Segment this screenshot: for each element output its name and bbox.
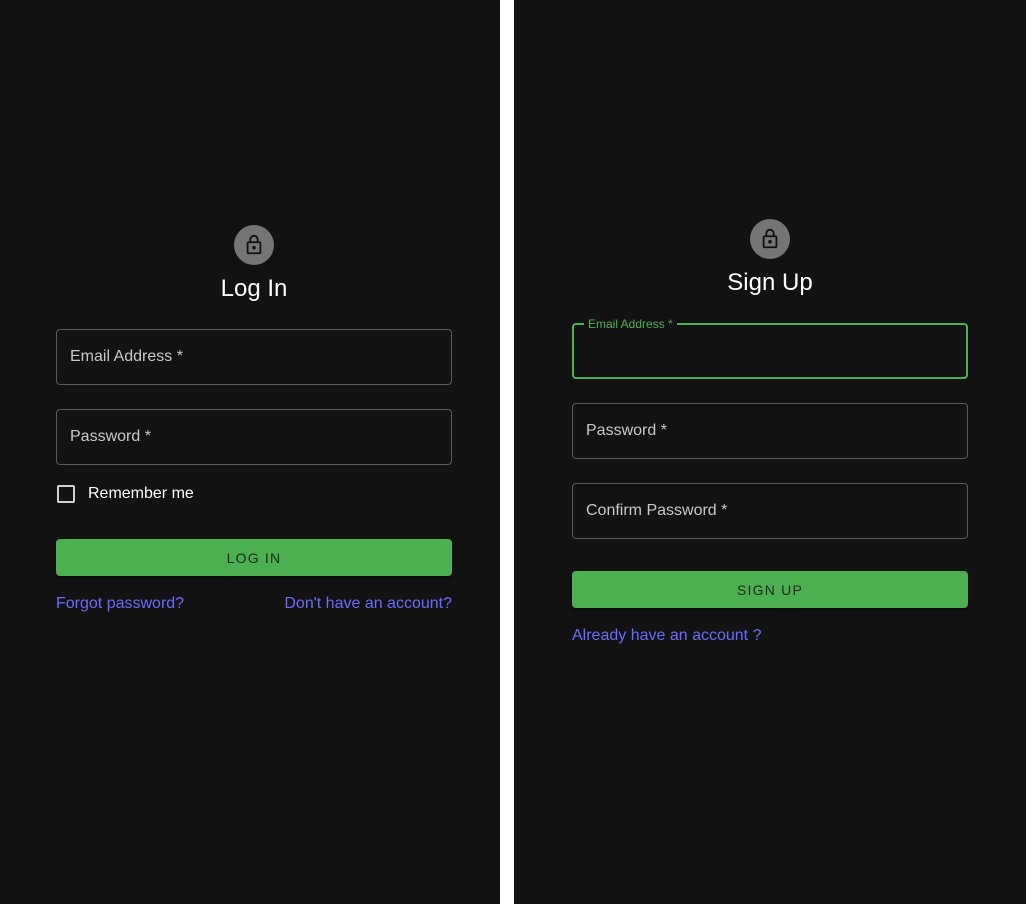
remember-me-label: Remember me (88, 485, 194, 502)
signup-password-label: Password * (586, 422, 667, 439)
signup-link[interactable]: Don't have an account? (284, 594, 452, 614)
login-button[interactable]: LOG IN (56, 539, 452, 576)
remember-me-checkbox[interactable] (57, 485, 75, 503)
lock-icon (762, 228, 778, 249)
email-field[interactable]: Email Address * (56, 329, 452, 385)
login-title: Log In (220, 275, 288, 302)
signup-title: Sign Up (727, 269, 813, 296)
login-link[interactable]: Already have an account ? (572, 626, 761, 646)
lock-icon (246, 234, 262, 255)
lock-avatar (750, 219, 790, 259)
password-field[interactable]: Password * (56, 409, 452, 465)
confirm-password-field[interactable]: Confirm Password * (572, 483, 968, 539)
login-panel: Log In Email Address * Password * Rememb… (0, 0, 500, 904)
email-field-label: Email Address * (70, 348, 183, 365)
signup-email-label: Email Address * (584, 317, 677, 331)
signup-button[interactable]: SIGN UP (572, 571, 968, 608)
signup-panel: Sign Up Email Address * Password * Confi… (514, 0, 1026, 904)
password-field-label: Password * (70, 428, 151, 445)
signup-password-field[interactable]: Password * (572, 403, 968, 459)
forgot-password-link[interactable]: Forgot password? (56, 594, 184, 614)
signup-email-field[interactable]: Email Address * (572, 317, 968, 379)
confirm-password-label: Confirm Password * (586, 502, 728, 519)
remember-me-row[interactable]: Remember me (57, 482, 194, 506)
lock-avatar (234, 225, 274, 265)
